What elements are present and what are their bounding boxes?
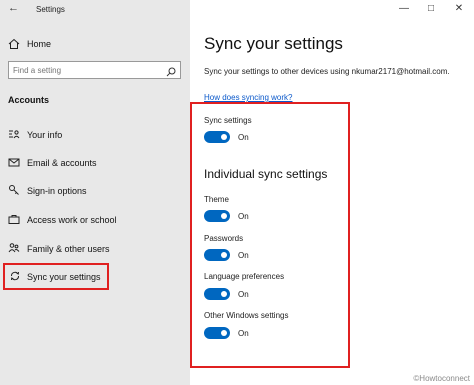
sidebar: ← Settings Home Accounts Your info Email…	[0, 0, 190, 385]
search-field[interactable]	[8, 61, 181, 79]
section-heading: Accounts	[8, 95, 50, 105]
person-card-icon	[8, 128, 20, 140]
sidebar-item-family-users[interactable]: Family & other users	[0, 239, 190, 257]
sidebar-item-label: Sign-in options	[27, 186, 87, 196]
sidebar-item-access-work-school[interactable]: Access work or school	[0, 210, 190, 228]
minimize-icon[interactable]: —	[397, 3, 411, 15]
sidebar-item-your-info[interactable]: Your info	[0, 125, 190, 143]
sync-description: Sync your settings to other devices usin…	[204, 67, 450, 76]
search-input[interactable]	[13, 64, 158, 76]
home-icon	[8, 38, 20, 50]
sidebar-item-email-accounts[interactable]: Email & accounts	[0, 153, 190, 171]
help-link[interactable]: How does syncing work?	[204, 93, 292, 102]
maximize-icon[interactable]: □	[424, 3, 438, 15]
sidebar-item-sync-settings[interactable]: Sync your settings	[3, 263, 109, 290]
search-icon[interactable]	[166, 64, 176, 77]
highlight-box	[190, 102, 350, 368]
briefcase-icon	[8, 213, 20, 225]
mail-icon	[8, 156, 20, 168]
close-icon[interactable]: ✕	[452, 3, 466, 15]
sidebar-item-label: Family & other users	[27, 244, 110, 254]
key-icon	[8, 184, 20, 196]
sidebar-item-sign-in-options[interactable]: Sign-in options	[0, 181, 190, 199]
page-title: Sync your settings	[204, 34, 343, 53]
people-icon	[8, 242, 20, 254]
sidebar-item-label: Email & accounts	[27, 158, 97, 168]
sidebar-item-label: Your info	[27, 130, 63, 140]
nav-home-label: Home	[27, 39, 52, 49]
sidebar-item-label: Access work or school	[27, 215, 117, 225]
back-arrow-icon[interactable]: ←	[8, 2, 19, 14]
watermark: ©Howtoconnect	[413, 374, 470, 383]
sidebar-item-label: Sync your settings	[27, 272, 101, 282]
nav-home[interactable]: Home	[0, 36, 190, 52]
sync-icon	[9, 270, 21, 282]
app-title: Settings	[36, 5, 65, 14]
title-bar: ← Settings	[0, 0, 190, 20]
